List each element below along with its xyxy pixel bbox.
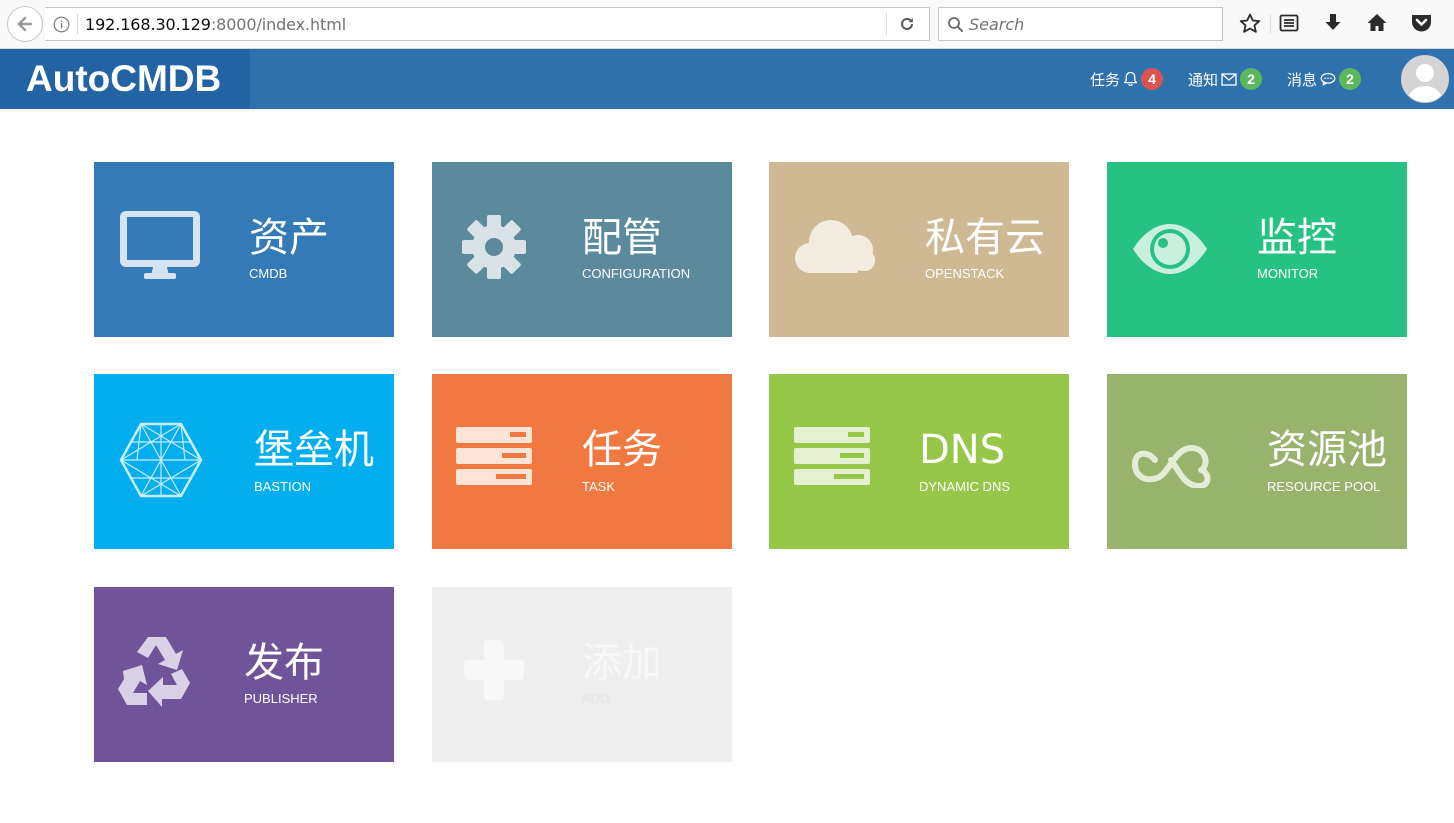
tile-title: 发布: [244, 640, 324, 686]
tile-openstack[interactable]: 私有云 OPENSTACK: [769, 162, 1069, 337]
nav-messages-label: 消息: [1287, 71, 1318, 89]
monitor-icon: [120, 211, 200, 279]
browser-toolbar: 192.168.30.129:8000/index.html: [0, 0, 1454, 49]
tile-subtitle: PUBLISHER: [244, 691, 318, 706]
tile-subtitle: TASK: [582, 479, 615, 494]
pocket-icon[interactable]: [1410, 12, 1433, 34]
url-path: :8000/index.html: [210, 15, 347, 34]
envelope-icon: [1221, 72, 1237, 86]
tile-subtitle: CONFIGURATION: [582, 266, 691, 281]
search-bar[interactable]: [938, 7, 1223, 41]
download-icon[interactable]: [1322, 12, 1344, 34]
tile-configuration[interactable]: 配管 CONFIGURATION: [432, 162, 732, 337]
back-button[interactable]: [7, 6, 43, 42]
tile-subtitle: DYNAMIC DNS: [919, 479, 1011, 494]
server-stack-icon: [456, 427, 532, 485]
nav-notifications[interactable]: 通知 2: [1188, 68, 1263, 90]
tile-dns[interactable]: DNS DYNAMIC DNS: [769, 374, 1069, 549]
tile-add[interactable]: 添加 ADD: [432, 587, 732, 762]
tile-subtitle: MONITOR: [1257, 266, 1319, 281]
tile-bastion[interactable]: 堡垒机 BASTION: [94, 374, 394, 549]
back-arrow-icon: [17, 16, 33, 32]
eye-icon: [1133, 224, 1207, 274]
nav-notifications-label: 通知: [1188, 71, 1219, 89]
comment-icon: [1320, 72, 1336, 86]
search-icon: [948, 17, 963, 32]
tile-cmdb[interactable]: 资产 CMDB: [94, 162, 394, 337]
hexagon-network-icon: [119, 422, 203, 498]
recycle-icon: [118, 637, 190, 707]
gear-icon: [462, 215, 526, 279]
tile-title: 资源池: [1267, 427, 1387, 473]
tile-publisher[interactable]: 发布 PUBLISHER: [94, 587, 394, 762]
url-host: 192.168.30.129: [85, 15, 211, 34]
brand-logo[interactable]: AutoCMDB: [0, 49, 250, 109]
tile-title: 添加: [582, 640, 662, 686]
reload-icon[interactable]: [898, 15, 916, 33]
tile-subtitle: ADD: [582, 691, 610, 706]
app-header: AutoCMDB 任务 4 通知 2 消息 2: [0, 49, 1454, 109]
avatar[interactable]: [1401, 55, 1449, 103]
tile-title: 监控: [1257, 215, 1337, 261]
tile-subtitle: OPENSTACK: [925, 266, 1005, 281]
tile-subtitle: RESOURCE POOL: [1267, 479, 1381, 494]
nav-tasks[interactable]: 任务 4: [1090, 68, 1164, 90]
tile-title: 私有云: [925, 215, 1045, 261]
reload-separator: [886, 13, 887, 35]
reading-list-icon[interactable]: [1278, 12, 1300, 34]
tile-task[interactable]: 任务 TASK: [432, 374, 732, 549]
tile-resource-pool[interactable]: 资源池 RESOURCE POOL: [1107, 374, 1407, 549]
tile-title: 堡垒机: [254, 427, 374, 473]
user-silhouette-icon: [1402, 56, 1448, 102]
tile-monitor[interactable]: 监控 MONITOR: [1107, 162, 1407, 337]
tile-title: 资产: [249, 215, 329, 261]
toolbar-separator: [1270, 14, 1271, 34]
server-stack-icon: [794, 427, 870, 485]
nav-tasks-label: 任务: [1090, 71, 1121, 89]
url-separator: [77, 14, 78, 34]
tile-title: DNS: [919, 427, 1006, 473]
infinity-cloud-icon: [1132, 445, 1211, 488]
bell-icon: [1123, 71, 1138, 87]
search-input[interactable]: [969, 12, 1214, 36]
address-bar[interactable]: 192.168.30.129:8000/index.html: [45, 7, 930, 41]
url-text[interactable]: 192.168.30.129:8000/index.html: [85, 15, 346, 34]
tile-title: 任务: [582, 427, 662, 473]
tile-title: 配管: [582, 215, 662, 261]
notifications-count-badge: 2: [1240, 68, 1263, 90]
tasks-count-badge: 4: [1141, 68, 1164, 90]
tile-subtitle: BASTION: [254, 479, 312, 494]
messages-count-badge: 2: [1339, 68, 1362, 90]
plus-icon: [464, 640, 524, 700]
home-icon[interactable]: [1366, 12, 1388, 34]
cloud-icon: [795, 220, 875, 273]
info-icon[interactable]: [53, 16, 70, 33]
bookmark-star-icon[interactable]: [1238, 12, 1262, 36]
nav-messages[interactable]: 消息 2: [1287, 68, 1362, 90]
tile-subtitle: CMDB: [249, 266, 288, 281]
